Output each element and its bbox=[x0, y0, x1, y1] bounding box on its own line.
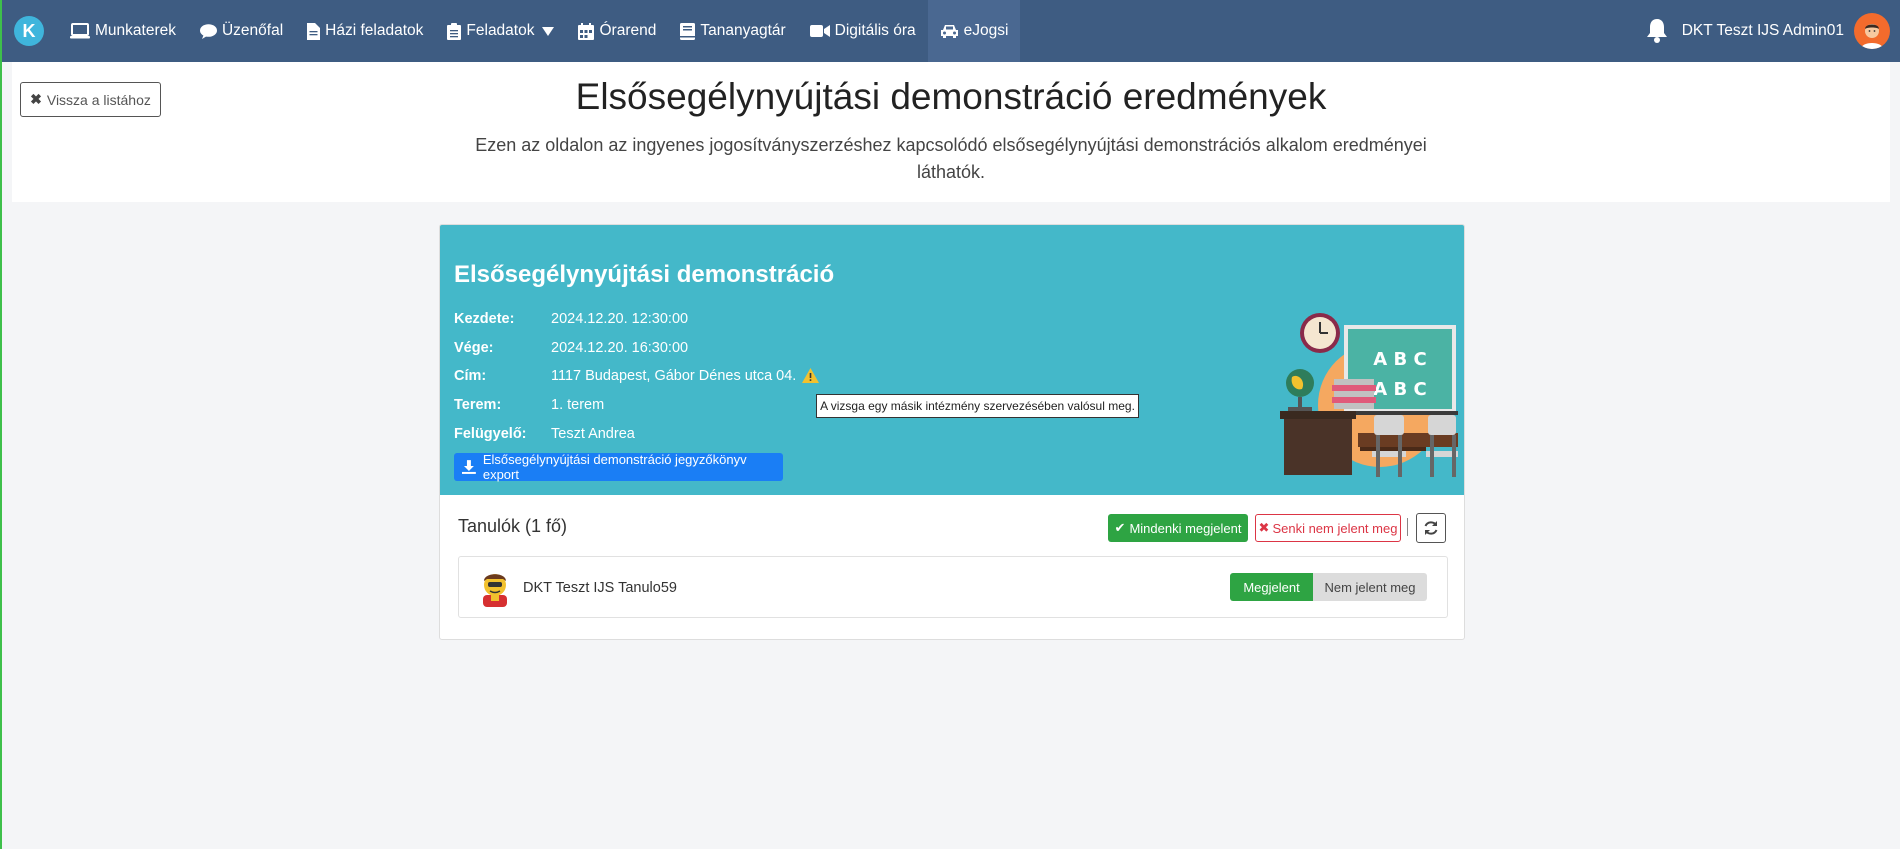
info-label: Kezdete: bbox=[454, 311, 515, 327]
info-row-address: Cím: 1117 Budapest, Gábor Dénes utca 04. bbox=[454, 368, 820, 384]
nav-item-tananyagtar[interactable]: Tananyagtár bbox=[668, 0, 797, 62]
attendance-toggle: Megjelent Nem jelent meg bbox=[1230, 573, 1427, 601]
nav-label: Órarend bbox=[599, 22, 657, 39]
demonstration-card: Elsősegélynyújtási demonstráció Kezdete:… bbox=[439, 224, 1465, 640]
info-label: Terem: bbox=[454, 397, 502, 413]
absent-button[interactable]: Nem jelent meg bbox=[1313, 573, 1427, 601]
refresh-button[interactable] bbox=[1416, 513, 1446, 543]
student-name: DKT Teszt IJS Tanulo59 bbox=[523, 580, 677, 596]
app-logo[interactable]: K bbox=[14, 16, 44, 46]
none-present-label: Senki nem jelent meg bbox=[1272, 520, 1398, 536]
student-avatar bbox=[483, 574, 507, 607]
nav-label: Feladatok bbox=[466, 22, 535, 39]
info-value: Teszt Andrea bbox=[551, 426, 635, 442]
user-avatar[interactable] bbox=[1854, 13, 1890, 49]
nav-label: Digitális óra bbox=[834, 22, 916, 39]
board-text-1: A B C bbox=[1373, 349, 1426, 370]
demonstration-details: Elsősegélynyújtási demonstráció Kezdete:… bbox=[440, 225, 1464, 495]
file-icon bbox=[307, 22, 321, 40]
all-present-button[interactable]: ✔ Mindenki megjelent bbox=[1108, 514, 1248, 542]
present-button[interactable]: Megjelent bbox=[1230, 573, 1313, 601]
nav-item-munkaterek[interactable]: Munkaterek bbox=[58, 0, 188, 62]
calendar-icon bbox=[578, 22, 595, 40]
info-value: 2024.12.20. 12:30:00 bbox=[551, 311, 689, 327]
page-header: ✖ Vissza a listához Elsősegélynyújtási d… bbox=[12, 62, 1890, 202]
user-area: DKT Teszt IJS Admin01 bbox=[1646, 0, 1890, 62]
nav-label: Munkaterek bbox=[95, 22, 176, 39]
classroom-illustration: A B C A B C bbox=[1280, 313, 1458, 477]
none-present-button[interactable]: ✖ Senki nem jelent meg bbox=[1255, 514, 1401, 542]
board-text-2: A B C bbox=[1373, 379, 1426, 400]
top-navbar: K Munkaterek Üzenőfal Házi feladatok Fel… bbox=[2, 0, 1900, 62]
nav-label: Tananyagtár bbox=[700, 22, 786, 39]
info-label: Vége: bbox=[454, 340, 494, 356]
nav-item-hazi-feladatok[interactable]: Házi feladatok bbox=[295, 0, 435, 62]
export-label: Elsősegélynyújtási demonstráció jegyzőkö… bbox=[482, 452, 747, 482]
export-report-button[interactable]: Elsősegélynyújtási demonstráció jegyzőkö… bbox=[454, 452, 783, 482]
nav-label: Házi feladatok bbox=[325, 22, 424, 39]
info-label: Cím: bbox=[454, 368, 487, 384]
info-row-start: Kezdete: 2024.12.20. 12:30:00 bbox=[454, 311, 688, 327]
car-icon bbox=[940, 24, 959, 39]
comment-icon bbox=[199, 23, 217, 39]
info-value: 1. terem bbox=[551, 397, 605, 413]
all-present-label: Mindenki megjelent bbox=[1129, 520, 1242, 536]
page-title: Elsősegélynyújtási demonstráció eredmény… bbox=[575, 76, 1327, 117]
nav-menu: Munkaterek Üzenőfal Házi feladatok Felad… bbox=[58, 0, 1021, 62]
warning-icon[interactable] bbox=[802, 368, 820, 384]
info-label: Felügyelő: bbox=[454, 426, 527, 442]
info-value: 2024.12.20. 16:30:00 bbox=[551, 340, 689, 356]
nav-item-orarend[interactable]: Órarend bbox=[566, 0, 668, 62]
book-icon bbox=[680, 22, 696, 40]
bell-icon[interactable] bbox=[1646, 19, 1668, 43]
check-icon: ✔ bbox=[1114, 520, 1126, 535]
close-icon: ✖ bbox=[1258, 520, 1270, 535]
chevron-down-icon bbox=[542, 26, 555, 36]
nav-label: Üzenőfal bbox=[221, 22, 284, 39]
clipboard-icon bbox=[447, 22, 462, 40]
nav-item-digitalis-ora[interactable]: Digitális óra bbox=[798, 0, 928, 62]
nav-item-ejogsi[interactable]: eJogsi bbox=[927, 0, 1021, 62]
students-title: Tanulók (1 fő) bbox=[458, 516, 568, 536]
info-value: 1117 Budapest, Gábor Dénes utca 04. bbox=[551, 368, 797, 384]
user-name[interactable]: DKT Teszt IJS Admin01 bbox=[1682, 22, 1844, 40]
info-row-end: Vége: 2024.12.20. 16:30:00 bbox=[454, 340, 688, 356]
nav-item-uzenofal[interactable]: Üzenőfal bbox=[188, 0, 295, 62]
nav-item-feladatok[interactable]: Feladatok bbox=[435, 0, 566, 62]
card-title: Elsősegélynyújtási demonstráció bbox=[454, 261, 835, 288]
divider bbox=[1407, 518, 1408, 536]
laptop-icon bbox=[70, 23, 90, 39]
info-row-supervisor: Felügyelő: Teszt Andrea bbox=[454, 426, 635, 442]
download-icon bbox=[462, 460, 476, 474]
video-camera-icon bbox=[809, 24, 830, 38]
warning-tooltip: A vizsga egy másik intézmény szervezéséb… bbox=[816, 394, 1139, 418]
logo-letter: K bbox=[22, 20, 36, 41]
refresh-icon bbox=[1424, 521, 1438, 535]
student-row: DKT Teszt IJS Tanulo59 Megjelent Nem jel… bbox=[458, 556, 1448, 618]
nav-label: eJogsi bbox=[963, 22, 1009, 39]
info-row-room: Terem: 1. terem bbox=[454, 397, 604, 413]
page-description: Ezen az oldalon az ingyenes jogosítványs… bbox=[475, 135, 1427, 182]
